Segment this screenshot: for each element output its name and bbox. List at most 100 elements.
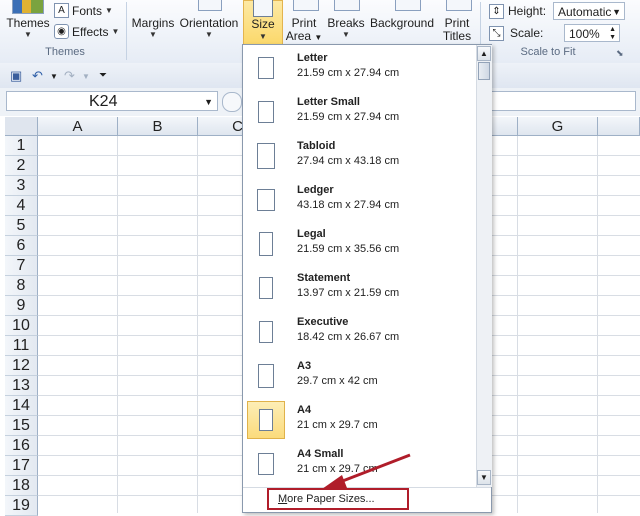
orientation-button[interactable]: Orientation ▼: [178, 16, 240, 40]
paper-size-item[interactable]: Letter Small 21.59 cm x 27.94 cm: [245, 91, 473, 135]
size-icon: [253, 0, 273, 17]
row-header[interactable]: 8: [5, 276, 38, 296]
column-header[interactable]: G: [518, 117, 598, 136]
themes-button[interactable]: Themes ▼: [6, 16, 50, 40]
print-area-icon: [293, 0, 319, 11]
size-button[interactable]: Size ▼: [243, 0, 283, 46]
themes-label: Themes: [6, 16, 50, 30]
row-header[interactable]: 18: [5, 476, 38, 496]
chevron-down-icon[interactable]: ▼: [204, 92, 213, 112]
column-header[interactable]: [598, 117, 640, 136]
customize-toolbar-icon[interactable]: ⏷: [99, 70, 107, 81]
height-select[interactable]: Automatic ▼: [553, 2, 625, 20]
row-header[interactable]: 13: [5, 376, 38, 396]
row-header[interactable]: 12: [5, 356, 38, 376]
page-size-icon: [259, 277, 273, 299]
row-header[interactable]: 6: [5, 236, 38, 256]
effects-icon: ◉: [54, 24, 69, 39]
print-titles-icon: [446, 0, 472, 11]
save-icon[interactable]: ▣: [10, 68, 22, 84]
row-header[interactable]: 3: [5, 176, 38, 196]
paper-size-name: Letter: [297, 52, 328, 64]
page-size-icon: [259, 321, 273, 343]
height-icon: ⇕: [489, 4, 504, 19]
paper-size-name: Ledger: [297, 184, 334, 196]
page-size-icon: [258, 101, 274, 123]
name-box[interactable]: K24 ▼: [6, 91, 218, 111]
formula-bar-handle-icon[interactable]: [222, 92, 242, 112]
column-header[interactable]: A: [38, 117, 118, 136]
paper-size-item[interactable]: Statement 13.97 cm x 21.59 cm: [245, 267, 473, 311]
formula-input[interactable]: [480, 91, 636, 111]
background-button[interactable]: Background: [368, 17, 436, 30]
row-header[interactable]: 2: [5, 156, 38, 176]
margins-button[interactable]: Margins ▼: [130, 17, 176, 40]
more-paper-sizes-item[interactable]: More Paper Sizes...: [267, 488, 409, 510]
paper-size-item[interactable]: Executive 18.42 cm x 26.67 cm: [245, 311, 473, 355]
breaks-icon: [334, 0, 360, 11]
row-header[interactable]: 9: [5, 296, 38, 316]
row-header[interactable]: 11: [5, 336, 38, 356]
row-header[interactable]: 16: [5, 436, 38, 456]
page-size-icon: [258, 453, 274, 475]
size-dropdown-menu: Letter 21.59 cm x 27.94 cm Letter Small 21.…: [242, 44, 492, 513]
row-header[interactable]: 7: [5, 256, 38, 276]
paper-size-dimensions: 21.59 cm x 35.56 cm: [297, 243, 400, 255]
chevron-down-icon[interactable]: ▼: [50, 72, 58, 81]
row-header[interactable]: 17: [5, 456, 38, 476]
page-size-icon: [258, 364, 274, 388]
print-area-button[interactable]: Print Area ▼: [285, 17, 323, 44]
page-size-icon: [259, 409, 273, 431]
paper-size-dimensions: 21 cm x 29.7 cm: [297, 463, 378, 475]
row-header[interactable]: 4: [5, 196, 38, 216]
chevron-down-icon: ▼: [149, 30, 157, 39]
page-size-icon: [259, 232, 273, 256]
paper-size-dimensions: 13.97 cm x 21.59 cm: [297, 287, 400, 299]
height-label: Height:: [508, 4, 547, 18]
group-divider: [126, 2, 127, 60]
row-header[interactable]: 5: [5, 216, 38, 236]
height-value: Automatic: [558, 5, 612, 19]
spinner-arrows-icon[interactable]: ▲ ▼: [609, 26, 616, 42]
paper-size-item[interactable]: Letter 21.59 cm x 27.94 cm: [245, 47, 473, 91]
chevron-down-icon: ▼: [111, 27, 120, 36]
scale-spinner[interactable]: 100% ▲ ▼: [564, 24, 620, 42]
fonts-button[interactable]: A Fonts ▼: [54, 3, 113, 18]
select-all-corner[interactable]: [5, 117, 38, 136]
paper-size-dimensions: 27.94 cm x 43.18 cm: [297, 155, 400, 167]
row-header[interactable]: 14: [5, 396, 38, 416]
chevron-down-icon: ▼: [342, 30, 350, 39]
chevron-down-icon: ▼: [105, 6, 113, 15]
paper-size-dimensions: 21.59 cm x 27.94 cm: [297, 111, 400, 123]
paper-size-item[interactable]: Legal 21.59 cm x 35.56 cm: [245, 223, 473, 267]
effects-button[interactable]: ◉ Effects ▼: [54, 24, 119, 39]
row-header[interactable]: 10: [5, 316, 38, 336]
background-icon: [395, 0, 421, 11]
scroll-up-arrow-icon[interactable]: ▲: [477, 46, 491, 61]
paper-size-item[interactable]: Ledger 43.18 cm x 27.94 cm: [245, 179, 473, 223]
print-titles-button[interactable]: Print Titles: [438, 17, 476, 43]
paper-size-dimensions: 18.42 cm x 26.67 cm: [297, 331, 400, 343]
dialog-launcher-icon[interactable]: ⬊: [616, 48, 624, 59]
undo-icon[interactable]: ↶: [32, 68, 43, 84]
breaks-button[interactable]: Breaks ▼: [326, 17, 366, 40]
redo-icon[interactable]: ↷: [64, 68, 75, 84]
paper-size-item[interactable]: A4 21 cm x 29.7 cm: [245, 399, 473, 443]
column-header[interactable]: B: [118, 117, 198, 136]
paper-size-dimensions: 29.7 cm x 42 cm: [297, 375, 378, 387]
paper-size-item[interactable]: A4 Small 21 cm x 29.7 cm: [245, 443, 473, 487]
row-header[interactable]: 19: [5, 496, 38, 516]
themes-group-label: Themes: [45, 46, 85, 58]
paper-size-item[interactable]: A3 29.7 cm x 42 cm: [245, 355, 473, 399]
row-header[interactable]: 15: [5, 416, 38, 436]
scroll-thumb[interactable]: [478, 62, 490, 80]
row-header[interactable]: 1: [5, 136, 38, 156]
chevron-down-icon[interactable]: ▼: [82, 72, 90, 81]
paper-size-item[interactable]: Tabloid 27.94 cm x 43.18 cm: [245, 135, 473, 179]
name-box-value: K24: [89, 93, 118, 110]
menu-scrollbar[interactable]: ▲ ▼: [476, 45, 492, 487]
scroll-down-arrow-icon[interactable]: ▼: [477, 470, 491, 485]
scale-to-fit-group-label: Scale to Fit: [520, 46, 576, 58]
orientation-label: Orientation: [179, 16, 239, 30]
chevron-down-icon: ▼: [259, 32, 267, 41]
